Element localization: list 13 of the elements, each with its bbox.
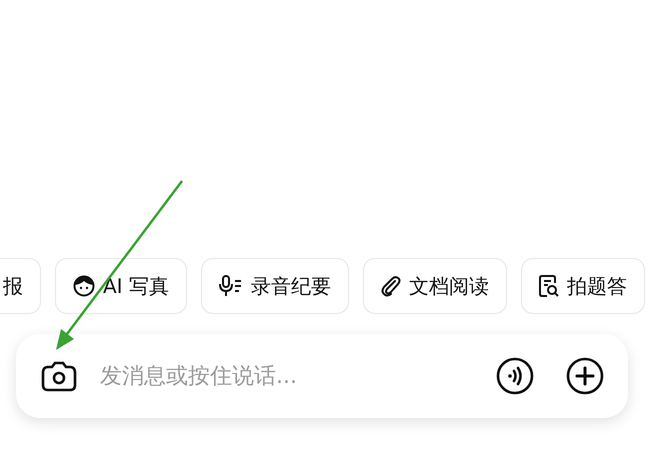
microphone-icon [218,275,243,297]
quick-action-chip[interactable]: AI 写真 [55,258,187,314]
quick-action-chip[interactable]: 文档阅读 [362,258,507,314]
document-search-icon [538,275,559,297]
quick-action-chip[interactable]: 录音纪要 [200,258,349,314]
face-icon [73,275,95,297]
add-icon[interactable] [566,357,604,395]
quick-action-chip[interactable]: 报 [0,258,41,314]
paperclip-icon [380,275,401,297]
quick-action-chip[interactable]: 拍题答 [520,258,645,314]
message-input[interactable]: 发消息或按住说话... [98,362,476,390]
voice-icon[interactable] [496,357,534,395]
camera-icon[interactable] [40,359,78,393]
